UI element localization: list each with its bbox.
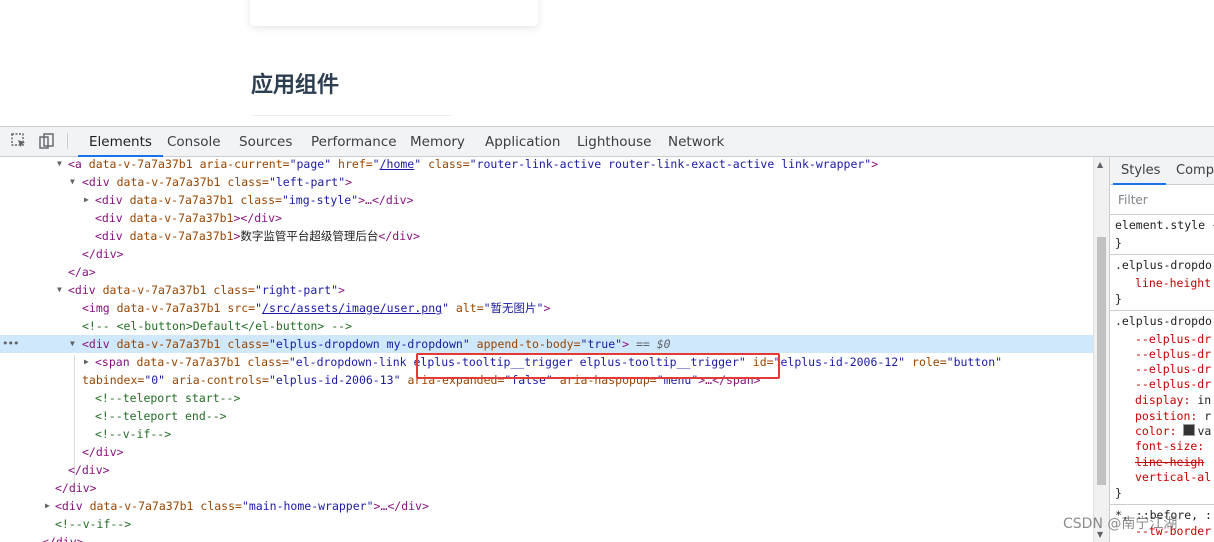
tab-performance[interactable]: Performance	[311, 127, 397, 156]
expand-triangle-icon[interactable]: ▶	[45, 497, 53, 515]
dom-node-img[interactable]: <img data-v-7a7a37b1 src="/src/assets/im…	[0, 299, 1093, 317]
tab-elements[interactable]: Elements	[78, 127, 163, 157]
inspect-element-icon[interactable]	[10, 132, 28, 150]
devtools-tabbar: Elements Console Sources Performance Mem…	[0, 127, 1214, 157]
dom-comment[interactable]: <!--v-if-->	[0, 515, 1093, 533]
expand-triangle-icon[interactable]: ▶	[84, 353, 92, 371]
divider	[1110, 310, 1214, 311]
dom-node-right-part[interactable]: ▼ <div data-v-7a7a37b1 class="right-part…	[0, 281, 1093, 299]
css-selector[interactable]: element.style {	[1115, 217, 1214, 233]
css-rule-close: }	[1115, 236, 1122, 250]
dom-close-div: </div>	[55, 481, 97, 495]
tab-console[interactable]: Console	[167, 127, 221, 156]
styles-pane: Styles Compu Filter element.style { } .e…	[1109, 157, 1214, 542]
collapse-triangle-icon[interactable]: ▼	[70, 173, 78, 191]
collapse-triangle-icon[interactable]: ▼	[57, 157, 65, 173]
tab-application[interactable]: Application	[485, 127, 560, 156]
dom-node-a[interactable]: ▼ <a data-v-7a7a37b1 aria-current="page"…	[0, 157, 1093, 173]
css-selector[interactable]: .elplus-dropdo	[1115, 313, 1212, 329]
highlight-annotation-box	[416, 353, 780, 379]
css-property[interactable]: --elplus-dr	[1135, 346, 1211, 362]
devtools-panel: Elements Console Sources Performance Mem…	[0, 126, 1214, 542]
tab-computed[interactable]: Compu	[1176, 157, 1214, 184]
css-rule-close: }	[1115, 486, 1122, 500]
tab-sources[interactable]: Sources	[239, 127, 292, 156]
dom-comment[interactable]: <!--teleport start-->	[0, 389, 1093, 407]
css-property[interactable]: vertical-al	[1135, 469, 1211, 485]
href-link[interactable]: /home	[380, 157, 415, 171]
divider	[1110, 254, 1214, 255]
css-selector[interactable]: .elplus-dropdo	[1115, 257, 1212, 273]
dom-close-div: </div>	[82, 445, 124, 459]
dom-node-empty-div[interactable]: <div data-v-7a7a37b1></div>	[0, 209, 1093, 227]
tab-network[interactable]: Network	[668, 127, 724, 156]
collapse-triangle-icon[interactable]: ▼	[57, 281, 65, 299]
selected-marker: == $0	[635, 337, 671, 351]
dom-node-left-part[interactable]: ▼ <div data-v-7a7a37b1 class="left-part"…	[0, 173, 1093, 191]
css-property[interactable]: --elplus-dr	[1135, 331, 1211, 347]
section-title: 应用组件	[251, 73, 340, 98]
scroll-thumb[interactable]	[1097, 237, 1106, 485]
styles-tabbar: Styles Compu	[1110, 157, 1214, 185]
watermark: CSDN @南宁江湖	[1063, 516, 1178, 532]
css-property[interactable]: color: va	[1135, 423, 1211, 439]
tab-memory[interactable]: Memory	[410, 127, 465, 156]
css-property[interactable]: --elplus-dr	[1135, 361, 1211, 377]
css-property[interactable]: position: r	[1135, 408, 1211, 424]
dom-comment[interactable]: <!-- <el-button>Default</el-button> -->	[0, 317, 1093, 335]
section-divider	[251, 115, 451, 116]
styles-filter-input[interactable]: Filter	[1118, 193, 1148, 207]
device-toolbar-icon[interactable]	[38, 132, 56, 150]
css-property[interactable]: display: in	[1135, 392, 1211, 408]
css-property[interactable]: --elplus-dr	[1135, 376, 1211, 392]
scroll-up-icon[interactable]: ▲	[1097, 160, 1103, 169]
divider	[1110, 214, 1214, 215]
css-property[interactable]: line-height	[1135, 275, 1211, 291]
css-property-overridden[interactable]: line-heigh	[1135, 454, 1204, 470]
expand-triangle-icon[interactable]: ▶	[84, 191, 92, 209]
css-rule-close: }	[1115, 292, 1122, 306]
src-link[interactable]: /src/assets/image/user.png	[262, 301, 442, 315]
more-options-icon[interactable]: •••	[2, 335, 19, 353]
tab-styles[interactable]: Styles	[1112, 157, 1167, 185]
elements-scrollbar[interactable]: ▲ ▼	[1093, 157, 1109, 542]
dom-comment[interactable]: <!--v-if-->	[0, 425, 1093, 443]
dom-close-div: </div>	[68, 463, 110, 477]
css-property[interactable]: font-size:	[1135, 438, 1204, 454]
collapse-triangle-icon[interactable]: ▼	[70, 335, 78, 353]
toolbar-separator	[67, 133, 68, 149]
dom-comment[interactable]: <!--teleport end-->	[0, 407, 1093, 425]
dom-node-title-div[interactable]: <div data-v-7a7a37b1>数字监管平台超级管理后台</div>	[0, 227, 1093, 245]
tab-lighthouse[interactable]: Lighthouse	[577, 127, 651, 156]
color-swatch-icon[interactable]	[1183, 424, 1196, 436]
dom-node-main-home[interactable]: ▶ <div data-v-7a7a37b1 class="main-home-…	[0, 497, 1093, 515]
dom-close-a: </a>	[68, 265, 96, 279]
page-preview: 应用组件	[0, 0, 1214, 126]
divider	[1110, 504, 1214, 505]
content-card	[250, 0, 538, 26]
elements-tree: ▼ <a data-v-7a7a37b1 aria-current="page"…	[0, 157, 1093, 542]
dom-node-img-style[interactable]: ▶ <div data-v-7a7a37b1 class="img-style"…	[0, 191, 1093, 209]
dom-node-dropdown-selected[interactable]: ••• ▼ <div data-v-7a7a37b1 class="elplus…	[0, 335, 1093, 353]
dom-close-div: </div>	[82, 247, 124, 261]
